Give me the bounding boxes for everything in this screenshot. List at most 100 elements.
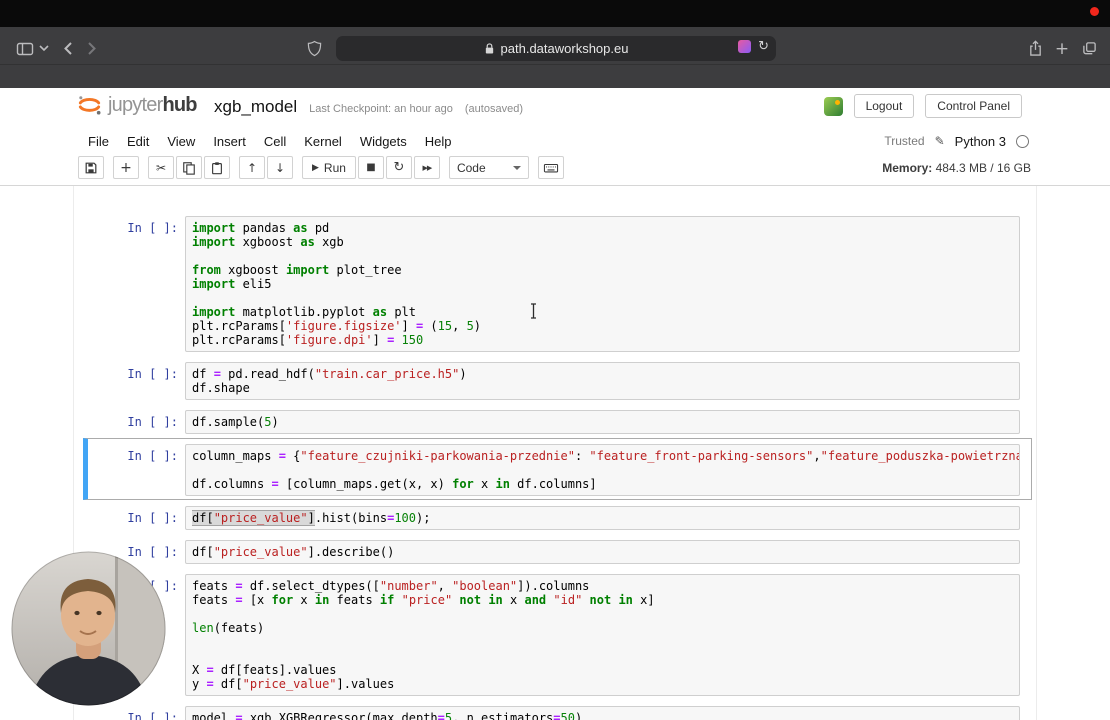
pencil-icon[interactable]: ✎ — [935, 134, 945, 148]
copy-cell-button[interactable] — [176, 156, 202, 179]
share-icon[interactable] — [1026, 36, 1044, 61]
privacy-shield-icon[interactable] — [305, 36, 323, 61]
kernel-name: Python 3 — [954, 133, 1006, 149]
menu-item-widgets[interactable]: Widgets — [351, 134, 416, 149]
menu-bar: File Edit View Insert Cell Kernel Widgets Help … — [0, 128, 1110, 154]
recording-indicator-dot — [1090, 7, 1099, 16]
logout-button[interactable]: Logout — [853, 94, 915, 118]
control-panel-button[interactable]: Control Panel — [925, 94, 1022, 118]
menu-item-edit[interactable]: Edit — [118, 134, 158, 149]
run-button[interactable]: ▶ Run — [302, 156, 356, 179]
kernel-idle-icon — [1016, 134, 1029, 148]
notebook-title[interactable]: xgb_model — [214, 97, 297, 117]
cell-input[interactable]: model = xgb.XGBRegressor(max_depth=5, n_… — [185, 706, 1020, 720]
webcam-overlay — [11, 551, 166, 706]
logo-text-jupyter: jupyter — [108, 93, 163, 116]
forward-icon[interactable] — [84, 36, 100, 61]
cell-prompt: In [ ]: — [127, 449, 178, 463]
cell-prompt: In [ ]: — [127, 415, 178, 429]
cell-input[interactable]: df = pd.read_hdf("train.car_price.h5") df… — [185, 362, 1020, 400]
cell-prompt: In [ ]: — [127, 367, 178, 381]
cell-type-select[interactable]: Code — [448, 156, 529, 179]
sidebar-toggle-icon[interactable] — [14, 36, 36, 61]
menu-item-help[interactable]: Help — [416, 134, 461, 149]
menubar-items: File Edit View Insert Cell Kernel Widgets Help — [79, 128, 461, 154]
menu-item-insert[interactable]: Insert — [204, 134, 255, 149]
code-line: df.shape — [192, 381, 250, 395]
code-line: df["price_value"].describe() — [192, 545, 395, 559]
cell-input[interactable]: feats = df.select_dtypes(["number", "boo… — [185, 574, 1020, 696]
move-cell-down-button[interactable]: ↓ — [267, 156, 293, 179]
back-icon[interactable] — [60, 36, 76, 61]
notebook-cell[interactable]: In [ ]: import pandas as pd import xgboost… — [83, 210, 1032, 356]
reload-icon[interactable]: ↻ — [758, 40, 769, 53]
notebook-cell[interactable]: In [ ]: feats = df.select_dtypes(["number… — [83, 568, 1032, 700]
command-palette-button[interactable] — [537, 156, 564, 179]
code-line: import eli5 — [192, 277, 272, 291]
code-line: len(feats) — [192, 621, 265, 635]
menu-item-view[interactable]: View — [158, 134, 204, 149]
menu-item-kernel[interactable]: Kernel — [295, 134, 351, 149]
notebook-cell[interactable]: In [ ]: df = pd.read_hdf("train.car_price… — [83, 356, 1032, 404]
add-cell-button[interactable]: + — [113, 156, 139, 179]
code-line: column_maps = {"feature_czujniki-parkowa… — [192, 449, 1020, 463]
move-cell-up-button[interactable]: ↑ — [239, 156, 265, 179]
cell-prompt: In [ ]: — [127, 711, 178, 720]
select-caret-icon — [512, 165, 521, 170]
cut-cell-button[interactable]: ✂ — [148, 156, 174, 179]
lock-icon — [484, 42, 495, 55]
chevron-down-icon[interactable] — [38, 36, 50, 61]
cell-input[interactable]: df["price_value"].hist(bins=100); — [185, 506, 1020, 530]
menu-item-cell[interactable]: Cell — [255, 134, 295, 149]
address-bar[interactable]: path.dataworkshop.eu ↻ — [336, 36, 776, 61]
notebook-cell[interactable]: In [ ]: column_maps = {"feature_czujniki-… — [83, 438, 1032, 500]
code-line: df["price_value"].hist(bins=100); — [192, 511, 431, 525]
notebook-toolbar: + ✂ ↑ ↓ ▶ Run ■ ↻ ▶▶ Code Memory: 484.3 … — [0, 154, 1110, 182]
save-button[interactable] — [78, 156, 104, 179]
cell-prompt: In [ ]: — [127, 221, 178, 235]
run-icon: ▶ — [312, 162, 319, 173]
extension-badge-icon[interactable] — [738, 40, 752, 53]
code-line: df.sample(5) — [192, 415, 279, 429]
jupyterhub-logo[interactable]: jupyterhub — [76, 93, 198, 117]
restart-run-all-button[interactable]: ▶▶ — [413, 156, 440, 179]
mouse-cursor — [529, 303, 538, 324]
notebook-cells: In [ ]: import pandas as pd import xgboost… — [74, 210, 1036, 720]
restart-kernel-button[interactable]: ↻ — [385, 156, 412, 179]
notebook-area: In [ ]: import pandas as pd import xgboost… — [73, 186, 1037, 720]
code-line: plt.rcParams['figure.dpi'] = 150 — [192, 333, 424, 347]
app-badge-icon[interactable] — [823, 96, 843, 116]
trusted-badge[interactable]: Trusted — [884, 134, 924, 148]
url-text: path.dataworkshop.eu — [500, 41, 629, 56]
code-line: model = xgb.XGBRegressor(max_depth=5, n_… — [192, 711, 583, 720]
cell-input[interactable]: df.sample(5) — [185, 410, 1020, 434]
cell-input[interactable]: import pandas as pd import xgboost as xgb… — [185, 216, 1020, 352]
notebook-cell[interactable]: In [ ]: df["price_value"].hist(bins=100); — [83, 500, 1032, 534]
code-line: X = df[feats].values — [192, 663, 337, 677]
interrupt-kernel-button[interactable]: ■ — [357, 156, 384, 179]
jupyter-logo-icon — [76, 93, 103, 117]
video-frame: path.dataworkshop.eu ↻ + jupyterhub xgb_… — [0, 0, 1110, 720]
code-line: import pandas as pd — [192, 221, 330, 235]
notebook-cell[interactable]: In [ ]: df.sample(5) — [83, 404, 1032, 438]
code-line: from xgboost import plot_tree — [192, 263, 402, 277]
new-tab-icon[interactable]: + — [1053, 36, 1071, 61]
menu-item-file[interactable]: File — [79, 134, 118, 149]
code-line: y = df["price_value"].values — [192, 677, 395, 691]
paste-cell-button[interactable] — [204, 156, 230, 179]
notebook-cell[interactable]: In [ ]: model = xgb.XGBRegressor(max_dept… — [83, 700, 1032, 720]
logo-text-hub: hub — [162, 93, 197, 116]
notebook-cell[interactable]: In [ ]: df["price_value"].describe() — [83, 534, 1032, 568]
presenter-avatar — [11, 551, 166, 706]
code-line: import xgboost as xgb — [192, 235, 344, 249]
code-line: df = pd.read_hdf("train.car_price.h5") — [192, 367, 467, 381]
checkpoint-status: Last Checkpoint: an hour ago — [309, 103, 453, 115]
cell-input[interactable]: column_maps = {"feature_czujniki-parkowa… — [185, 444, 1020, 496]
cell-input[interactable]: df["price_value"].describe() — [185, 540, 1020, 564]
tab-overview-icon[interactable] — [1080, 36, 1098, 61]
